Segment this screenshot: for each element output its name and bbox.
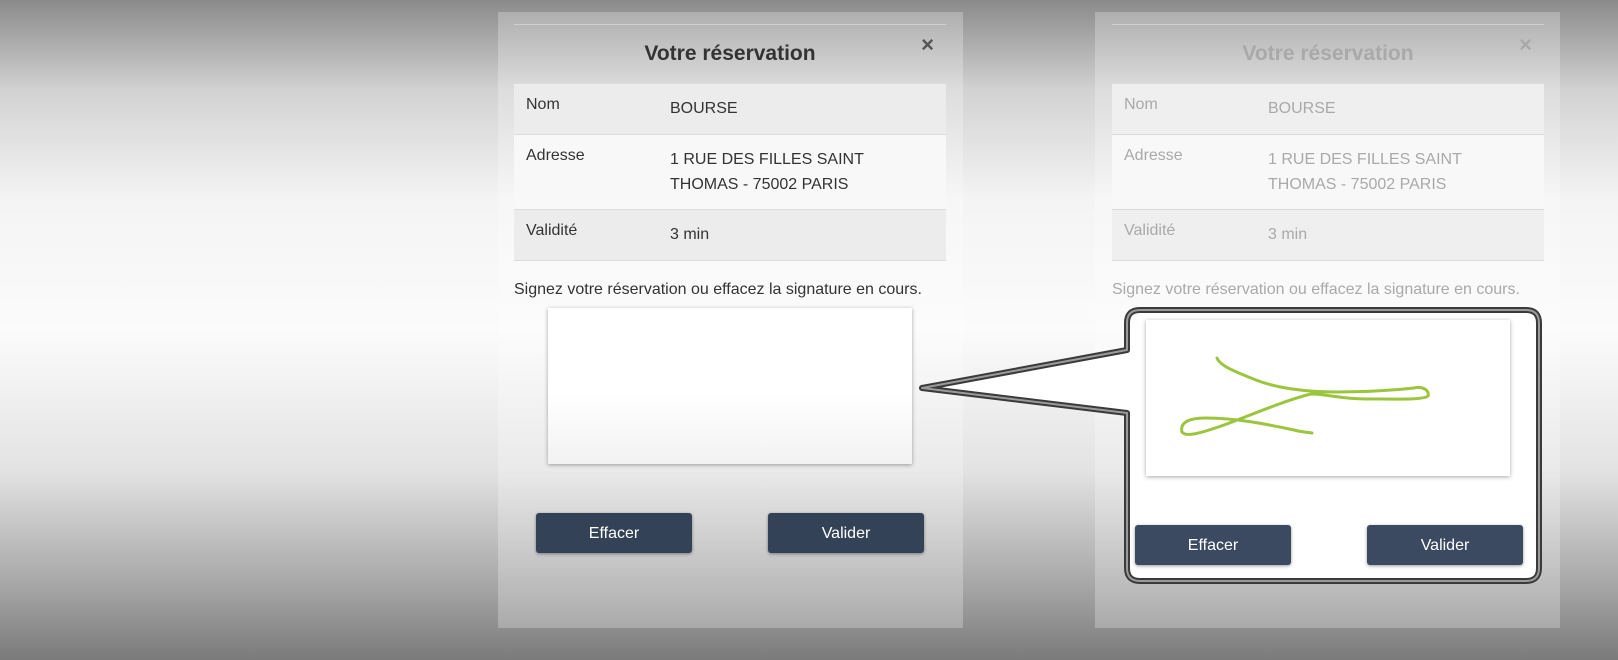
address-line-1: 1 RUE DES FILLES SAINT <box>1268 151 1462 168</box>
close-icon[interactable]: × <box>1519 16 1532 74</box>
clear-button[interactable]: Effacer <box>1135 525 1291 565</box>
row-value: 3 min <box>1268 226 1308 243</box>
left-dialog: Votre réservation × Nom BOURSE Adresse 1… <box>514 24 946 299</box>
left-dialog-panel: Votre réservation × Nom BOURSE Adresse 1… <box>498 12 963 628</box>
info-row-adresse: Adresse 1 RUE DES FILLES SAINT THOMAS - … <box>514 134 946 209</box>
signature-canvas[interactable] <box>548 308 912 464</box>
row-label: Nom <box>526 96 560 113</box>
row-value: 3 min <box>670 226 710 243</box>
address-line-2: THOMAS - 75002 PARIS <box>1268 176 1447 193</box>
row-value: BOURSE <box>670 100 738 117</box>
info-row-nom: Nom BOURSE <box>514 83 946 134</box>
signature-canvas-filled[interactable] <box>1146 320 1510 476</box>
row-value: 1 RUE DES FILLES SAINT THOMAS - 75002 PA… <box>670 135 946 209</box>
info-row-adresse: Adresse 1 RUE DES FILLES SAINT THOMAS - … <box>1112 134 1544 209</box>
info-row-nom: Nom BOURSE <box>1112 83 1544 134</box>
dialog-title-text: Votre réservation <box>644 42 816 65</box>
close-icon[interactable]: × <box>921 16 934 74</box>
row-label: Adresse <box>1124 147 1183 164</box>
right-dialog: Votre réservation × Nom BOURSE Adresse 1… <box>1112 24 1544 299</box>
row-label: Nom <box>1124 96 1158 113</box>
row-label: Adresse <box>526 147 585 164</box>
row-label: Validité <box>526 222 578 239</box>
signature-stroke <box>1180 356 1430 436</box>
info-row-validite: Validité 3 min <box>514 209 946 261</box>
validate-button[interactable]: Valider <box>768 513 924 553</box>
row-label: Validité <box>1124 222 1176 239</box>
address-line-1: 1 RUE DES FILLES SAINT <box>670 151 864 168</box>
signature-instruction: Signez votre réservation ou effacez la s… <box>514 281 922 298</box>
row-value: 1 RUE DES FILLES SAINT THOMAS - 75002 PA… <box>1268 135 1544 209</box>
dialog-title: Votre réservation × <box>514 25 946 83</box>
dialog-title-text: Votre réservation <box>1242 42 1414 65</box>
dialog-title: Votre réservation × <box>1112 25 1544 83</box>
validate-button[interactable]: Valider <box>1367 525 1523 565</box>
info-row-validite: Validité 3 min <box>1112 209 1544 261</box>
signature-instruction: Signez votre réservation ou effacez la s… <box>1112 281 1520 298</box>
address-line-2: THOMAS - 75002 PARIS <box>670 176 849 193</box>
clear-button[interactable]: Effacer <box>536 513 692 553</box>
row-value: BOURSE <box>1268 100 1336 117</box>
